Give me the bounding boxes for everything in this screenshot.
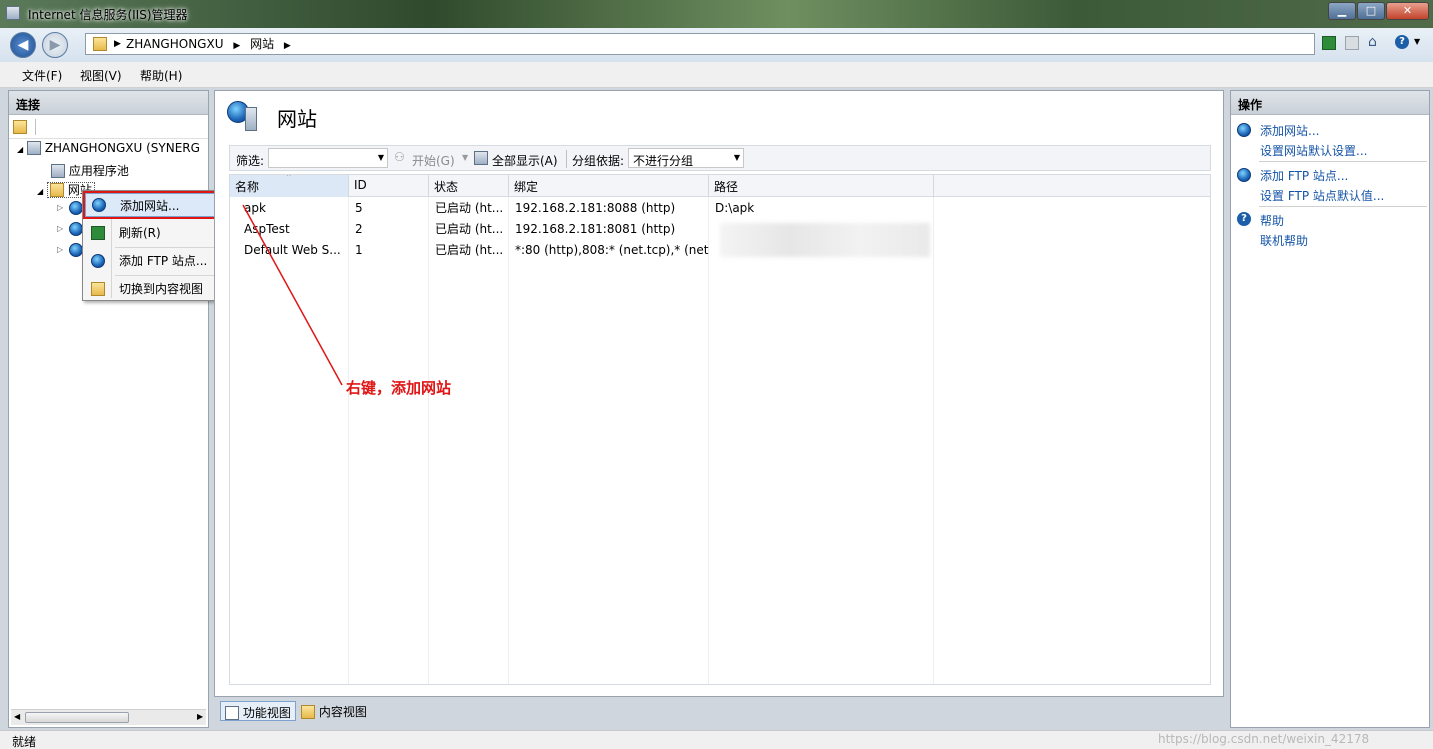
divider — [1259, 161, 1427, 162]
add-ftp-icon — [1237, 168, 1251, 182]
status-text: 就绪 — [12, 735, 37, 749]
action-add-site[interactable]: 添加网站... — [1260, 122, 1319, 139]
annotation-text: 右键，添加网站 — [346, 379, 452, 397]
action-add-ftp[interactable]: 添加 FTP 站点... — [1260, 167, 1348, 184]
action-help[interactable]: 帮助 — [1260, 212, 1284, 229]
action-online-help[interactable]: 联机帮助 — [1260, 232, 1308, 249]
watermark: https://blog.csdn.net/weixin_42178 — [1158, 732, 1370, 746]
action-ftp-defaults[interactable]: 设置 FTP 站点默认值... — [1260, 187, 1384, 204]
action-site-defaults[interactable]: 设置网站默认设置... — [1260, 142, 1367, 159]
status-bar: 就绪 https://blog.csdn.net/weixin_42178 — [0, 730, 1433, 749]
actions-pane: 操作 添加网站... 设置网站默认设置... 添加 FTP 站点... 设置 F… — [1230, 90, 1430, 728]
annotation-layer — [242, 204, 343, 386]
actions-header: 操作 — [1231, 91, 1429, 115]
divider — [1259, 206, 1427, 207]
add-site-icon — [1237, 123, 1251, 137]
annotation-arrow-line — [242, 204, 343, 386]
help-icon: ? — [1237, 212, 1251, 226]
